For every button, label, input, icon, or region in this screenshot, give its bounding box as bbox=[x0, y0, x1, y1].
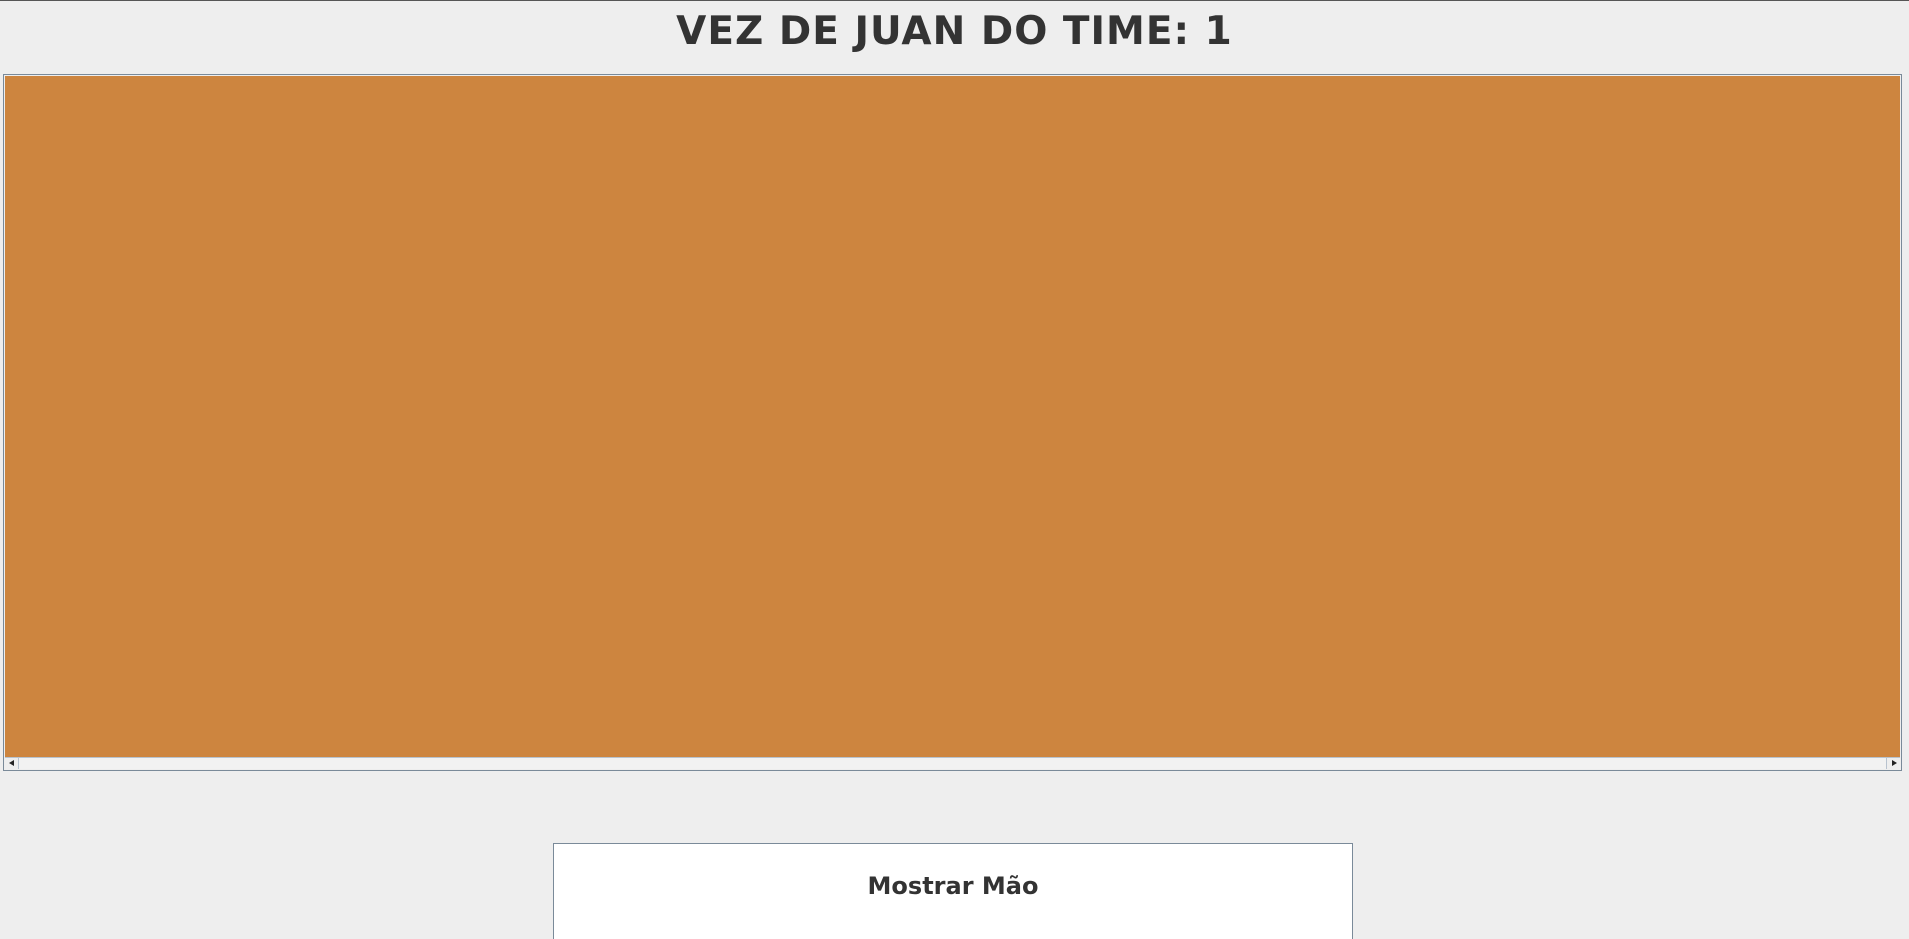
arrow-right-icon bbox=[1892, 760, 1897, 766]
turn-title: VEZ DE JUAN DO TIME: 1 bbox=[676, 9, 1233, 54]
horizontal-scrollbar[interactable] bbox=[5, 757, 1900, 769]
scroll-track[interactable] bbox=[19, 758, 1886, 769]
game-table-area[interactable] bbox=[5, 76, 1900, 757]
show-hand-button[interactable]: Mostrar Mão bbox=[553, 843, 1353, 939]
scroll-right-button[interactable] bbox=[1886, 758, 1900, 769]
board-scroll-pane[interactable] bbox=[3, 74, 1902, 771]
scroll-left-button[interactable] bbox=[5, 758, 19, 769]
arrow-left-icon bbox=[9, 760, 14, 766]
window-top-border bbox=[0, 0, 1909, 1]
